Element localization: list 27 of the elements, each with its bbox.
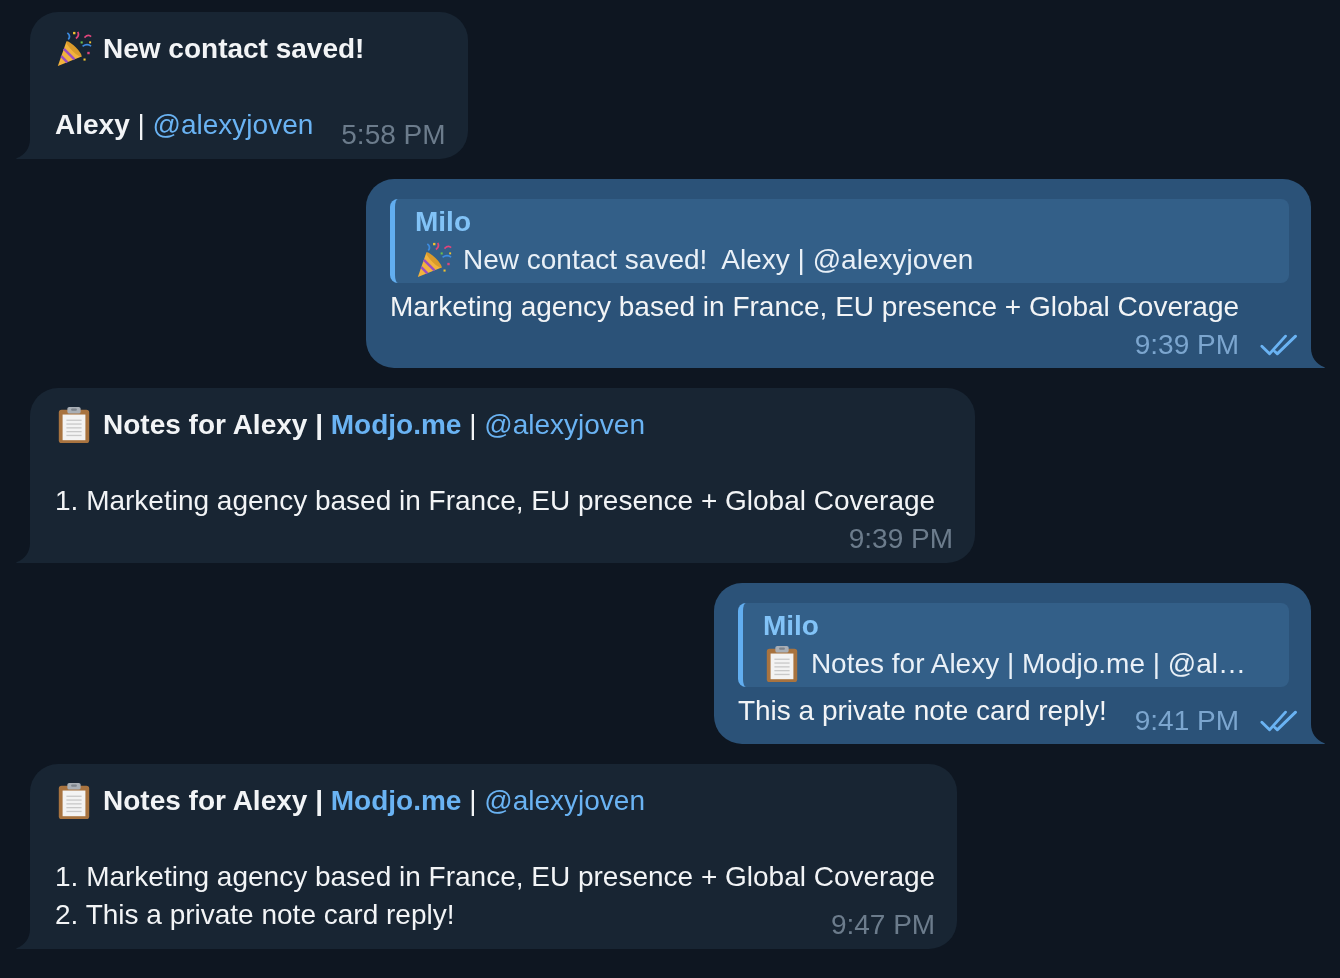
message-text: 2. This a private note card reply! xyxy=(55,898,455,932)
reply-quote[interactable]: Milo Notes for Alexy | Modjo.me | @al… xyxy=(737,603,1289,687)
message-time: 9:47 PM xyxy=(830,908,936,942)
message-text: Marketing agency based in France, EU presence + Global Coverage xyxy=(390,290,1240,324)
quote-sender: Milo xyxy=(762,609,820,643)
message-text: Alexy | @alexyjoven xyxy=(55,108,314,142)
quote-sender: Milo xyxy=(415,205,472,239)
link[interactable]: @alexyjoven xyxy=(484,409,645,440)
message-time: 5:58 PM xyxy=(341,118,446,152)
link[interactable]: Modjo.me xyxy=(330,785,462,816)
card-title: New contact saved! xyxy=(103,32,365,66)
message-time: 9:41 PM xyxy=(1134,704,1239,738)
link[interactable]: @alexyjoven xyxy=(152,109,314,140)
message-time: 9:39 PM xyxy=(848,522,953,556)
link[interactable]: Modjo.me xyxy=(330,409,462,440)
party-popper-icon xyxy=(415,241,453,279)
quote-text: Notes for Alexy | Modjo.me | @al… xyxy=(810,647,1246,681)
message-text: 1. Marketing agency based in France, EU presence + Global Coverage xyxy=(55,860,936,894)
message-text: This a private note card reply! xyxy=(737,694,1107,728)
message-time: 9:39 PM xyxy=(1134,328,1239,362)
quote-text: New contact saved! Alexy | @alexyjoven xyxy=(463,243,974,277)
card-title: Notes for Alexy | Modjo.me | @alexyjoven xyxy=(103,784,645,818)
link[interactable]: @alexyjoven xyxy=(484,785,645,816)
message-text: 1. Marketing agency based in France, EU presence + Global Coverage xyxy=(55,484,936,518)
reply-quote[interactable]: Milo New contact saved! Alexy | @alexyjoven xyxy=(390,199,1289,283)
party-popper-icon xyxy=(55,30,93,68)
card-title: Notes for Alexy | Modjo.me | @alexyjoven xyxy=(103,408,645,442)
